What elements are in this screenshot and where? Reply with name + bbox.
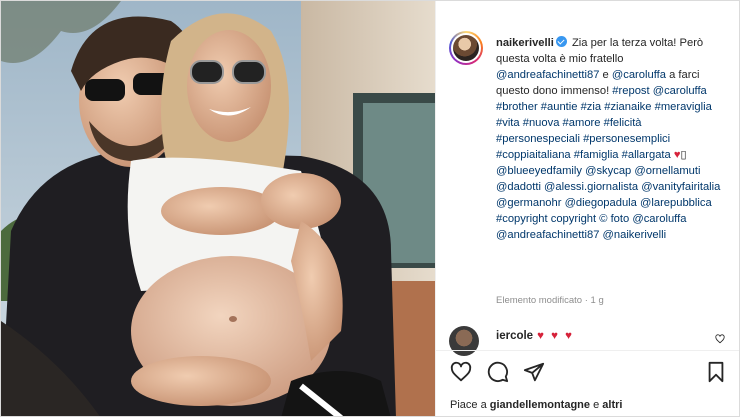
edited-label: Elemento modificato (496, 295, 583, 306)
caption-and: e (602, 69, 609, 81)
post-caption: naikerivelli Zia per la terza volta! Per… (496, 35, 728, 243)
couple-photo-illustration (1, 1, 435, 416)
avatar-image (453, 35, 479, 61)
caption-username[interactable]: naikerivelli (496, 37, 554, 49)
post-meta: Elemento modificato · 1 g (496, 295, 604, 306)
bookmark-icon[interactable] (705, 361, 727, 383)
likes-prefix: Piace a (450, 399, 487, 411)
likes-others[interactable]: altri (602, 399, 622, 411)
actions-divider (436, 350, 739, 351)
comment-like-icon[interactable] (715, 334, 725, 344)
caption-mentions-list[interactable]: @blueeyedfamily @skycap @ornellamuti @da… (496, 165, 720, 209)
post-age[interactable]: 1 g (591, 295, 604, 306)
post-photo[interactable] (1, 1, 435, 416)
likes-conj: e (593, 399, 600, 411)
caption-credit[interactable]: @caroluffa (632, 213, 686, 225)
verified-badge-icon (555, 36, 567, 47)
meta-separator: · (584, 295, 588, 306)
missing-glyph: ▯ (680, 149, 687, 161)
comment-avatar[interactable] (449, 326, 479, 356)
send-icon[interactable] (523, 361, 545, 383)
comment-icon[interactable] (487, 361, 509, 383)
comment-hearts: ♥ ♥ ♥ (537, 330, 574, 342)
likes-user[interactable]: giandellemontagne (490, 399, 590, 411)
heart-emoji-icon: ♥ (673, 149, 681, 161)
instagram-post: naikerivelli Zia per la terza volta! Per… (0, 0, 740, 417)
likes-summary: Piace a giandellemontagne e altri (450, 399, 622, 411)
caption-credit[interactable]: @andreafachinetti87 @naikerivelli (496, 229, 666, 241)
heart-outline-icon[interactable] (450, 361, 472, 383)
profile-avatar[interactable] (449, 31, 483, 65)
caption-copyright[interactable]: #copyright copyright © foto (496, 213, 629, 225)
comment-username[interactable]: iercole (496, 330, 533, 342)
caption-mention[interactable]: @andreafachinetti87 (496, 69, 599, 81)
caption-mention[interactable]: @caroluffa (612, 69, 666, 81)
comment-item: iercole ♥ ♥ ♥ (496, 330, 574, 342)
